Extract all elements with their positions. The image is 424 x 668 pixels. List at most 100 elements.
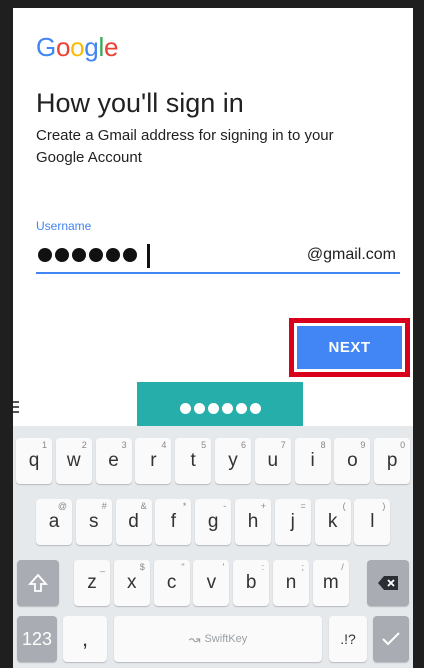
logo-letter: o (70, 32, 85, 62)
key-label: i (310, 450, 315, 471)
key-label: w (66, 450, 81, 471)
key-hint: ; (301, 562, 304, 572)
logo-letter: o (55, 32, 71, 62)
key-hint: / (341, 562, 344, 572)
key-label: b (245, 572, 257, 593)
key-hint: _ (99, 562, 105, 572)
mask-dot (193, 402, 205, 414)
key-hint: 1 (41, 440, 47, 450)
key-label: g (207, 511, 219, 532)
key-v[interactable]: ' v (193, 560, 230, 606)
key-label: s (89, 511, 99, 532)
key-label: o (347, 450, 358, 471)
key-label: u (267, 450, 279, 471)
mask-dot (249, 402, 261, 414)
key-hint: ' (222, 562, 225, 572)
key-hint: * (182, 501, 187, 511)
key-y[interactable]: 6y (215, 438, 251, 484)
key-s[interactable]: # s (75, 499, 112, 545)
mask-dot (179, 402, 191, 414)
key-hint: 4 (161, 440, 167, 450)
enter-key[interactable] (373, 616, 409, 662)
key-x[interactable]: $ x (113, 560, 150, 606)
key-hint: 5 (201, 440, 207, 450)
comma-key[interactable]: , (63, 616, 107, 662)
mask-dot (38, 248, 52, 262)
username-label: Username (36, 219, 92, 233)
key-label: v (206, 572, 217, 593)
key-label: t (190, 450, 196, 471)
key-hint: # (101, 501, 107, 511)
logo-letter: g (84, 32, 99, 62)
key-w[interactable]: 2w (55, 438, 92, 484)
key-label: d (128, 511, 139, 532)
keyboard: 123 , ↝ SwiftKey .!? 1q2w3e4r5t6y7u8i9o0… (13, 426, 413, 668)
numbers-key[interactable]: 123 (17, 616, 57, 662)
key-r[interactable]: 4r (135, 438, 172, 484)
key-hint: ) (382, 501, 386, 511)
key-hint: : (261, 562, 265, 572)
key-i[interactable]: 8i (294, 438, 331, 484)
key-label: m (322, 572, 339, 593)
backspace-key[interactable] (367, 560, 409, 606)
key-j[interactable]: = j (274, 499, 311, 545)
mask-dot (106, 248, 120, 262)
key-label: y (228, 450, 238, 471)
key-p[interactable]: 0p (374, 438, 411, 484)
key-hint: 8 (320, 440, 326, 450)
shift-arrow-icon (28, 573, 48, 592)
key-e[interactable]: 3e (95, 438, 132, 484)
key-n[interactable]: ; n (273, 560, 309, 606)
key-label: q (28, 450, 40, 471)
key-label: f (170, 511, 177, 532)
key-hint: - (223, 501, 227, 511)
shift-key[interactable] (17, 560, 59, 606)
key-label: n (285, 572, 297, 593)
key-h[interactable]: + h (235, 499, 271, 545)
key-q[interactable]: 1q (16, 438, 52, 484)
key-l[interactable]: ) l (354, 499, 391, 545)
key-label: p (386, 450, 398, 471)
key-c[interactable]: " c (153, 560, 190, 606)
key-hint: @ (57, 501, 67, 511)
menu-icon[interactable] (13, 398, 19, 416)
key-a[interactable]: @ a (36, 499, 72, 545)
username-field[interactable]: @gmail.com (36, 240, 400, 274)
key-m[interactable]: / m (312, 560, 349, 606)
text-cursor (147, 244, 150, 268)
space-bar[interactable]: ↝ SwiftKey (114, 616, 322, 662)
logo-letter: G (36, 32, 56, 62)
mask-dot (72, 248, 86, 262)
mask-dot (123, 248, 137, 262)
key-f[interactable]: * f (155, 499, 192, 545)
frame-top-edge (0, 0, 424, 8)
key-b[interactable]: :b (233, 560, 270, 606)
mask-dot (55, 248, 69, 262)
key-hint: 0 (400, 440, 406, 450)
punctuation-key[interactable]: .!? (329, 616, 367, 662)
key-d[interactable]: & d (115, 499, 152, 545)
key-u[interactable]: 7u (254, 438, 291, 484)
key-label: l (370, 511, 375, 532)
space-bar-label: SwiftKey (204, 633, 248, 645)
page-title: How you'll sign in (36, 88, 244, 118)
key-g[interactable]: -g (195, 499, 232, 545)
page-subtitle: Create a Gmail address for signing in to… (36, 127, 334, 166)
logo-letter: e (103, 32, 119, 62)
key-k[interactable]: (k (314, 499, 351, 545)
key-t[interactable]: 5t (175, 438, 212, 484)
gmail-suffix: @gmail.com (306, 246, 396, 263)
key-hint: $ (139, 562, 145, 572)
key-label: j (290, 511, 295, 532)
mask-dot (89, 248, 103, 262)
screen: Google How you'll sign in Create a Gmail… (13, 8, 413, 668)
key-z[interactable]: _ z (74, 560, 110, 606)
key-hint: 7 (280, 440, 286, 450)
next-button[interactable]: NEXT (297, 326, 402, 369)
key-hint: " (181, 562, 185, 572)
frame-right-edge (413, 0, 424, 668)
frame-left-edge (0, 0, 13, 668)
key-hint: 3 (121, 440, 127, 450)
key-o[interactable]: 9o (334, 438, 371, 484)
masked-username-value (38, 248, 137, 262)
